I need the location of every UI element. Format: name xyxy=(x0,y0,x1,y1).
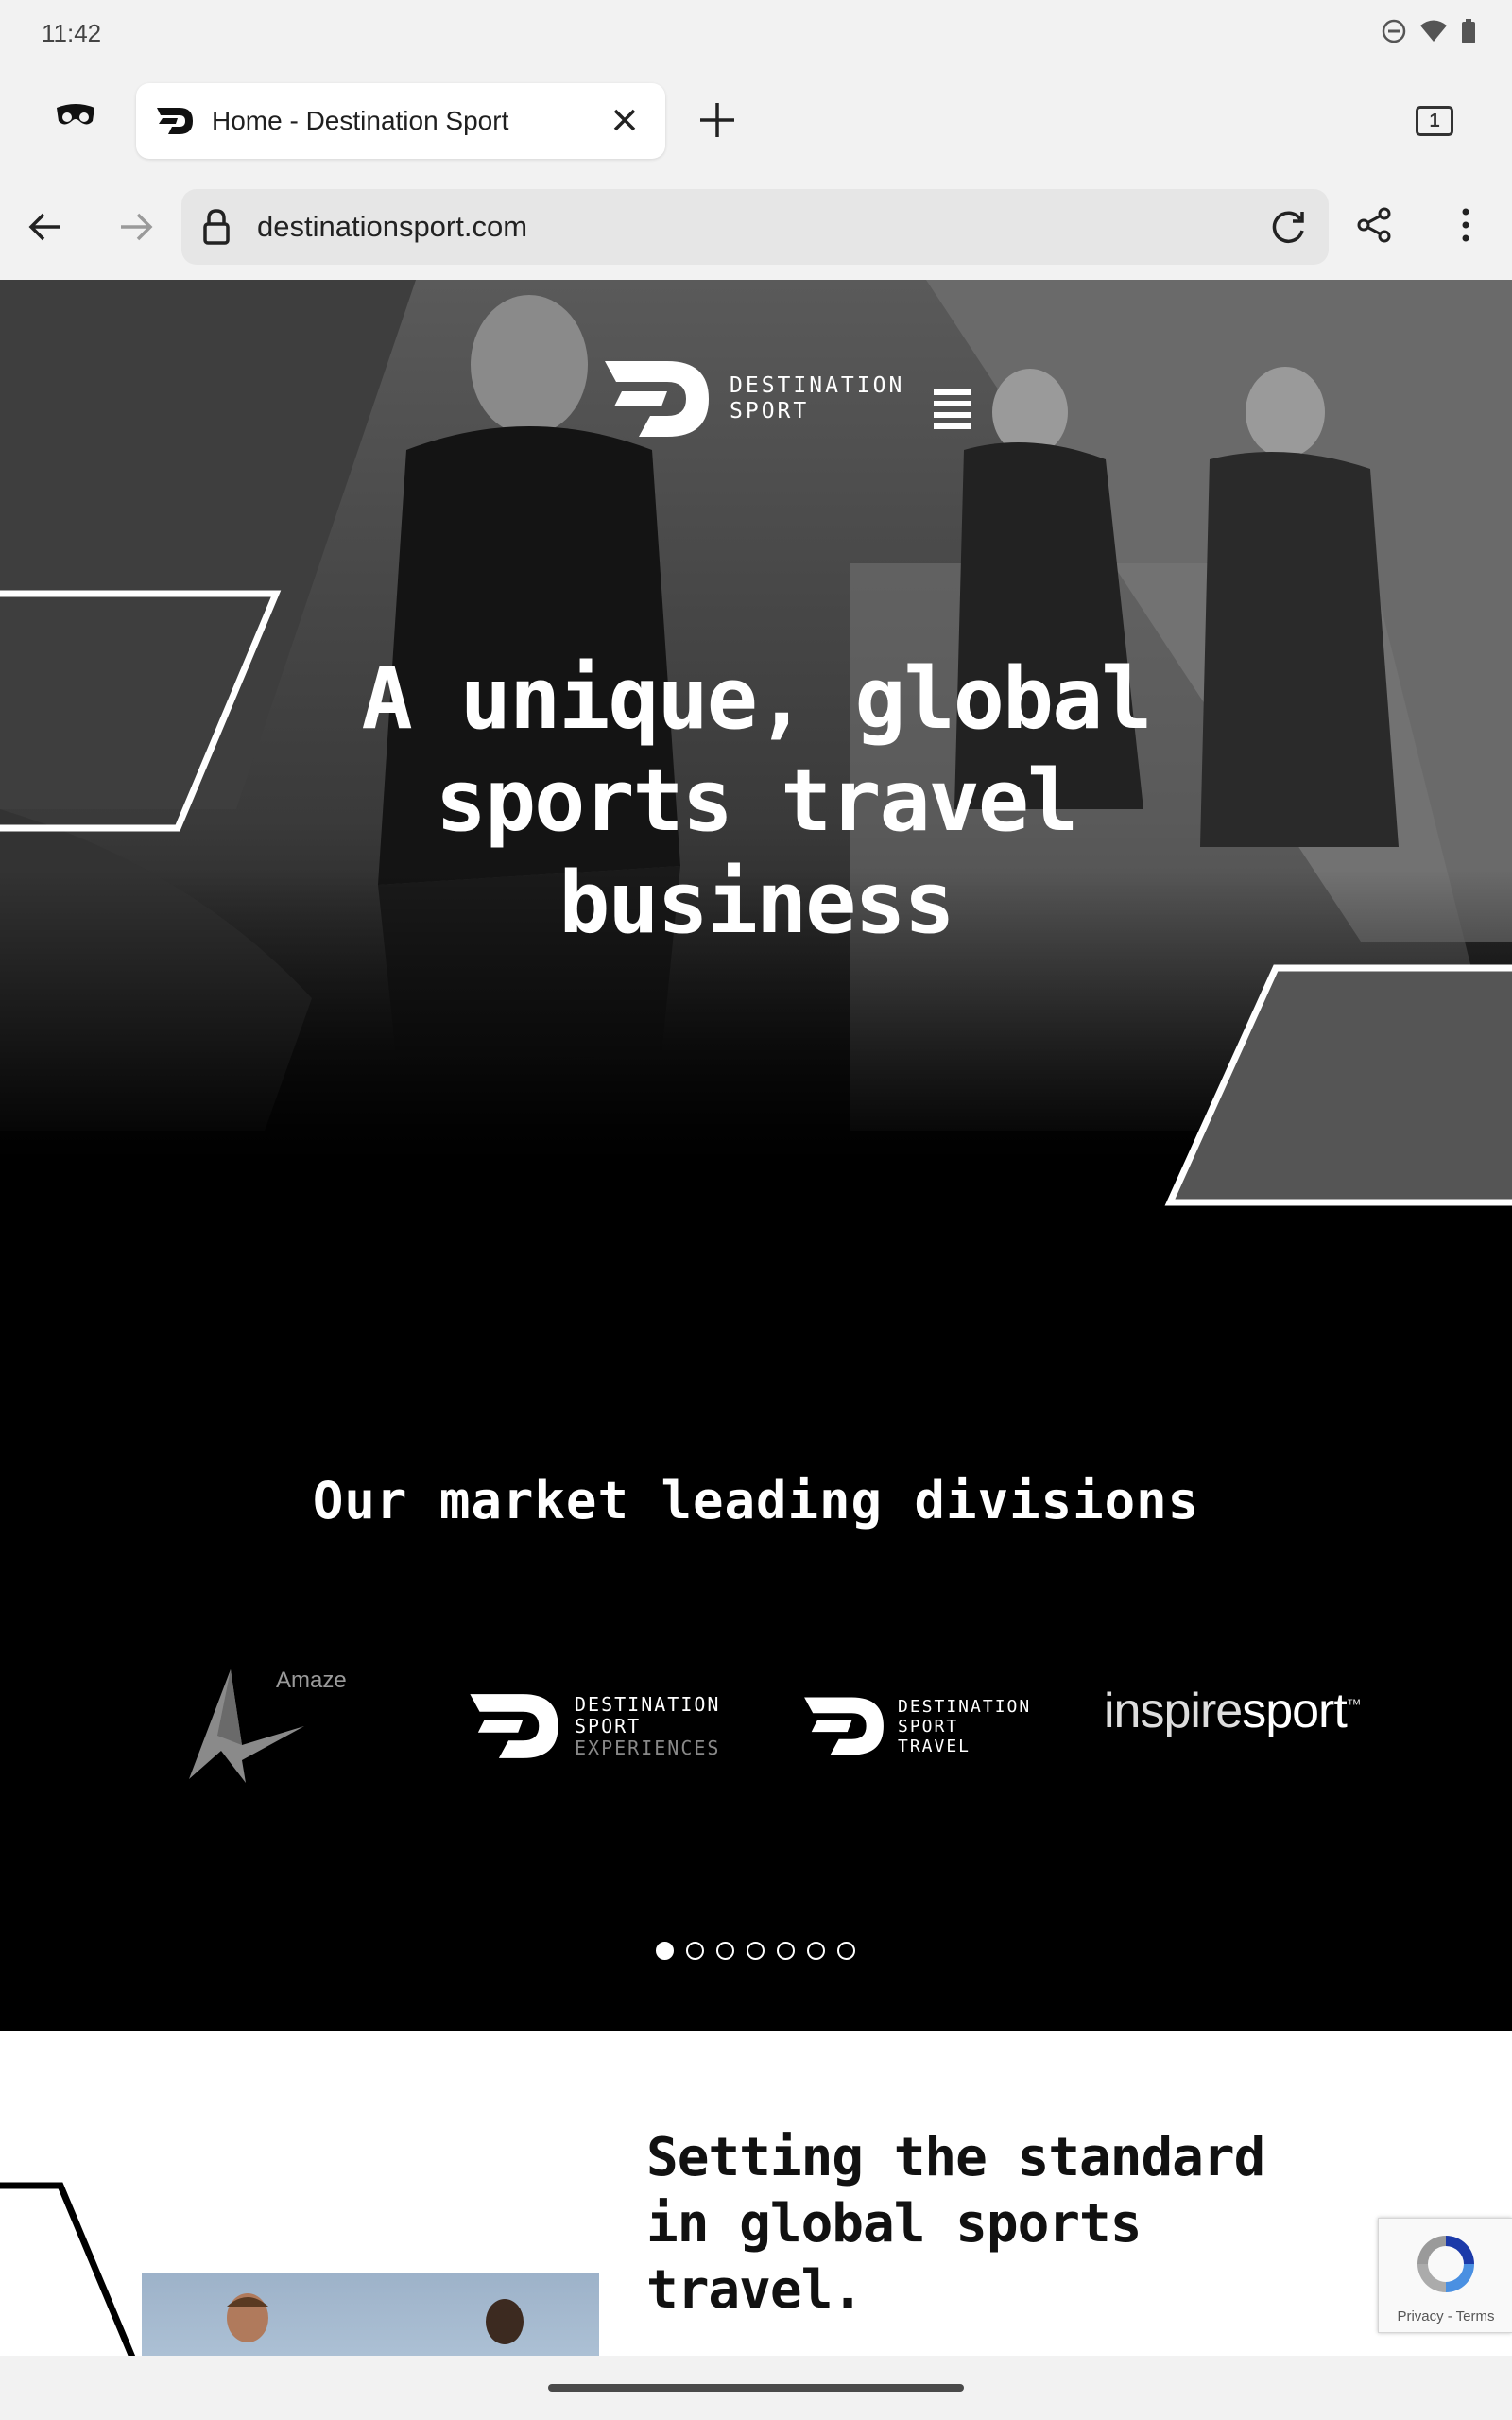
tab-switcher-button[interactable]: 1 xyxy=(1416,106,1453,136)
logo-text-line2: SPORT xyxy=(730,399,810,424)
status-bar: 11:42 xyxy=(0,0,1512,68)
hero-headline-line1: A unique, global xyxy=(361,649,1153,749)
recaptcha-links[interactable]: Privacy - Terms xyxy=(1379,2308,1512,2325)
experiences-logo-mark xyxy=(470,1694,558,1758)
carousel-dot-6[interactable] xyxy=(807,1942,825,1960)
destination-sport-logo-mark xyxy=(605,361,709,437)
wifi-icon xyxy=(1420,20,1447,42)
forward-arrow-icon[interactable] xyxy=(117,208,155,246)
address-bar[interactable]: destinationsport.com xyxy=(181,189,1329,265)
inspiresport-prefix: inspire xyxy=(1104,1684,1243,1738)
standard-heading: Setting the standard in global sports tr… xyxy=(646,2125,1308,2324)
new-tab-icon[interactable] xyxy=(697,100,737,140)
hero-headline-line2: sports travel xyxy=(435,752,1078,851)
browser-toolbar: destinationsport.com xyxy=(0,174,1512,280)
travel-logo-mark xyxy=(804,1697,884,1755)
hero-headline-line3: business xyxy=(558,854,954,953)
status-icons xyxy=(1382,19,1476,43)
divisions-section: Our market leading divisions Amaze DESTI… xyxy=(0,1263,1512,2031)
do-not-disturb-icon xyxy=(1382,19,1406,43)
standard-heading-line1: Setting the standard xyxy=(646,2127,1265,2188)
amaze-logo-text: Amaze xyxy=(276,1668,347,1693)
carousel-dot-1[interactable] xyxy=(656,1942,674,1960)
inspiresport-logo[interactable]: inspiresport™ xyxy=(1104,1683,1362,1739)
carousel-dot-7[interactable] xyxy=(837,1942,855,1960)
share-icon[interactable] xyxy=(1355,206,1393,244)
hero-headline: A unique, global sports travel business xyxy=(284,648,1228,955)
standard-heading-line3: travel. xyxy=(646,2259,864,2321)
carousel-dot-3[interactable] xyxy=(716,1942,734,1960)
carousel-pagination xyxy=(656,1942,855,1960)
carousel-dot-5[interactable] xyxy=(777,1942,795,1960)
players-photo-image xyxy=(227,2293,524,2344)
logo-text-line1: DESTINATION xyxy=(730,373,905,398)
experiences-line2: SPORT xyxy=(575,1714,642,1737)
divisions-heading: Our market leading divisions xyxy=(312,1471,1200,1530)
close-tab-icon[interactable] xyxy=(609,104,641,136)
system-navigation-bar xyxy=(0,2356,1512,2420)
site-logo[interactable]: DESTINATION SPORT xyxy=(601,359,904,439)
recaptcha-icon xyxy=(1418,2236,1474,2292)
travel-line3: TRAVEL xyxy=(898,1736,971,1756)
standard-heading-line2: in global sports xyxy=(646,2193,1142,2255)
destination-sport-experiences-logo[interactable]: DESTINATION SPORT EXPERIENCES xyxy=(467,1692,720,1760)
carousel-dot-4[interactable] xyxy=(747,1942,765,1960)
hero-section: DESTINATION SPORT A unique, global sport… xyxy=(0,280,1512,1263)
destination-sport-favicon xyxy=(157,108,193,134)
players-photo xyxy=(142,2273,599,2356)
tab-active[interactable]: Home - Destination Sport xyxy=(136,83,665,159)
back-arrow-icon[interactable] xyxy=(26,208,64,246)
destination-sport-travel-logo[interactable]: DESTINATION SPORT TRAVEL xyxy=(801,1696,1031,1756)
decorative-frame-line xyxy=(0,2182,136,2356)
tab-strip: Home - Destination Sport 1 xyxy=(0,68,1512,174)
more-options-icon[interactable] xyxy=(1452,206,1480,244)
hamburger-menu-icon[interactable] xyxy=(934,389,971,429)
experiences-line3: EXPERIENCES xyxy=(575,1736,721,1759)
inspiresport-suffix: sport xyxy=(1242,1684,1348,1738)
incognito-icon[interactable] xyxy=(55,102,96,129)
travel-line1: DESTINATION xyxy=(898,1696,1032,1717)
recaptcha-badge[interactable]: Privacy - Terms xyxy=(1378,2218,1512,2333)
standard-section: Setting the standard in global sports tr… xyxy=(0,2031,1512,2356)
reload-icon[interactable] xyxy=(1268,208,1308,248)
travel-line2: SPORT xyxy=(898,1716,959,1737)
inspiresport-tm: ™ xyxy=(1346,1697,1362,1714)
tab-title: Home - Destination Sport xyxy=(212,106,509,135)
url-text[interactable]: destinationsport.com xyxy=(257,210,527,244)
carousel-dot-2[interactable] xyxy=(686,1942,704,1960)
status-time: 11:42 xyxy=(42,19,102,47)
gesture-handle[interactable] xyxy=(548,2384,964,2392)
experiences-line1: DESTINATION xyxy=(575,1692,721,1716)
battery-icon xyxy=(1462,19,1475,43)
lock-icon[interactable] xyxy=(202,208,231,246)
